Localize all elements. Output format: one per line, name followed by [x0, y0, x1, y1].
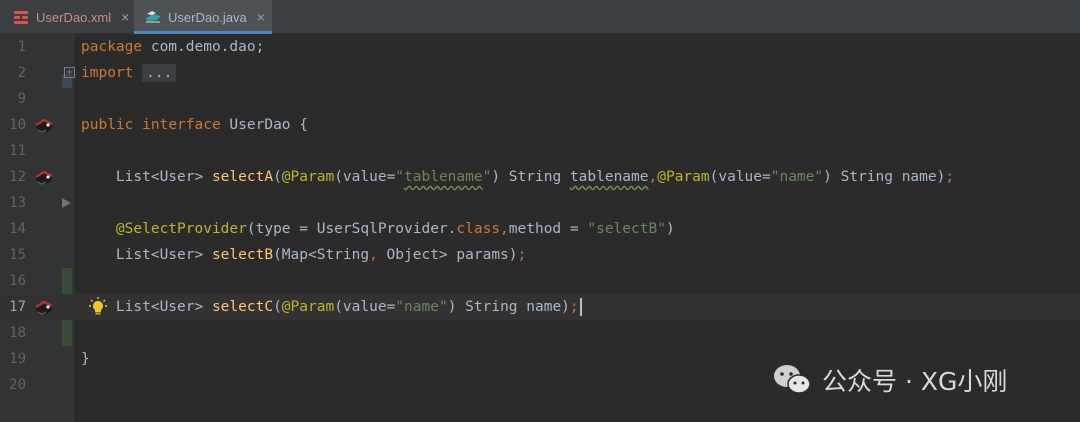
line-number: 13 [9, 195, 26, 211]
code-text: ) String name) [823, 169, 946, 185]
line-number: 11 [9, 143, 26, 159]
line-number: 18 [9, 325, 26, 341]
tab-userdao-java[interactable]: UserDao.java × [134, 0, 272, 34]
code-text: com.demo.dao; [142, 39, 265, 55]
keyword: interface [142, 117, 221, 133]
method-name: selectA [211, 169, 274, 185]
annotation: @Param [281, 299, 335, 315]
editor-tab-bar: UserDao.xml × UserDao.java × [0, 0, 1080, 34]
code-text: tablename [569, 169, 649, 185]
tab-label: UserDao.java [168, 9, 247, 25]
text-caret [579, 298, 582, 316]
code-line: 10 public interface UserDao { [0, 112, 1080, 138]
line-number: 10 [9, 117, 26, 133]
fold-toggle-icon[interactable]: + [64, 67, 75, 78]
close-icon[interactable]: × [121, 10, 129, 24]
folded-imports[interactable]: ... [142, 64, 177, 82]
line-number: 1 [17, 39, 26, 55]
punctuation: , [648, 169, 658, 185]
punctuation: ; [517, 247, 527, 263]
code-line: 13 [0, 190, 1080, 216]
mybatis-bird-icon[interactable] [33, 116, 55, 134]
string-literal: "name" [770, 169, 824, 185]
string-literal: " [395, 169, 405, 185]
code-text: } [81, 351, 90, 367]
line-number: 16 [9, 273, 26, 289]
string-literal: tablename [404, 169, 483, 185]
code-text: ( [273, 169, 282, 185]
keyword: public [81, 117, 134, 133]
run-arrow-icon[interactable] [62, 198, 71, 208]
punctuation: ; [569, 299, 579, 315]
annotation: @Param [657, 169, 710, 185]
code-text: (Map<String [273, 247, 370, 263]
code-line: 16 [0, 268, 1080, 294]
code-line: 15 List<User> selectB(Map<String, Object… [0, 242, 1080, 268]
code-text: (value= [709, 169, 771, 185]
keyword: class [456, 221, 501, 237]
mybatis-bird-icon[interactable] [33, 298, 55, 316]
close-icon[interactable]: × [257, 10, 265, 24]
line-number: 15 [9, 247, 26, 263]
string-literal: "selectB" [587, 221, 666, 237]
mybatis-bird-icon[interactable] [33, 168, 55, 186]
annotation: @Param [281, 169, 335, 185]
code-line: 1 package com.demo.dao; [0, 34, 1080, 60]
xml-file-icon [12, 9, 32, 25]
code-line-current: 17 List<User> selectC(@Param(value="name… [0, 294, 1080, 320]
line-number: 2 [17, 65, 26, 81]
keyword: package [81, 39, 143, 55]
line-number: 12 [9, 169, 26, 185]
tab-label: UserDao.xml [36, 9, 112, 25]
annotation: @SelectProvider [115, 221, 247, 237]
punctuation: , [500, 221, 509, 237]
code-line: 18 [0, 320, 1080, 346]
code-text: (value= [334, 299, 396, 315]
method-name: selectB [211, 247, 274, 263]
code-line: 11 [0, 138, 1080, 164]
keyword: import [81, 65, 134, 81]
code-line: 12 List<User> selectA(@Param(value="tabl… [0, 164, 1080, 190]
code-line: 2 + import ... [0, 60, 1080, 86]
method-name: selectC [211, 299, 274, 315]
punctuation: ; [945, 169, 955, 185]
code-text: List<User> [115, 299, 212, 315]
code-text: (type = UserSqlProvider. [246, 221, 457, 237]
code-text: ) [665, 221, 675, 237]
code-text: List<User> [115, 169, 212, 185]
code-text: Object> params) [377, 247, 518, 263]
line-number: 19 [9, 351, 26, 367]
line-number: 20 [9, 377, 26, 393]
watermark: 公众号 · XG小刚 [772, 362, 1007, 398]
line-number: 9 [17, 91, 26, 107]
string-literal: "name" [395, 299, 448, 315]
line-number: 17 [9, 299, 26, 315]
code-text: (value= [334, 169, 396, 185]
punctuation: , [369, 247, 378, 263]
tab-userdao-xml[interactable]: UserDao.xml × [0, 0, 134, 34]
code-line: 9 [0, 86, 1080, 112]
code-text: UserDao { [220, 117, 309, 133]
code-text: ) String [491, 169, 570, 185]
code-text: ( [273, 299, 282, 315]
watermark-text: 公众号 · XG小刚 [822, 367, 1008, 396]
code-line: 14 @SelectProvider(type = UserSqlProvide… [0, 216, 1080, 242]
wechat-icon [774, 365, 811, 394]
java-interface-icon [144, 9, 164, 25]
code-text: ) String name) [447, 299, 570, 315]
code-text: method = [508, 221, 588, 237]
line-number: 14 [9, 221, 26, 237]
code-text: List<User> [115, 247, 212, 263]
